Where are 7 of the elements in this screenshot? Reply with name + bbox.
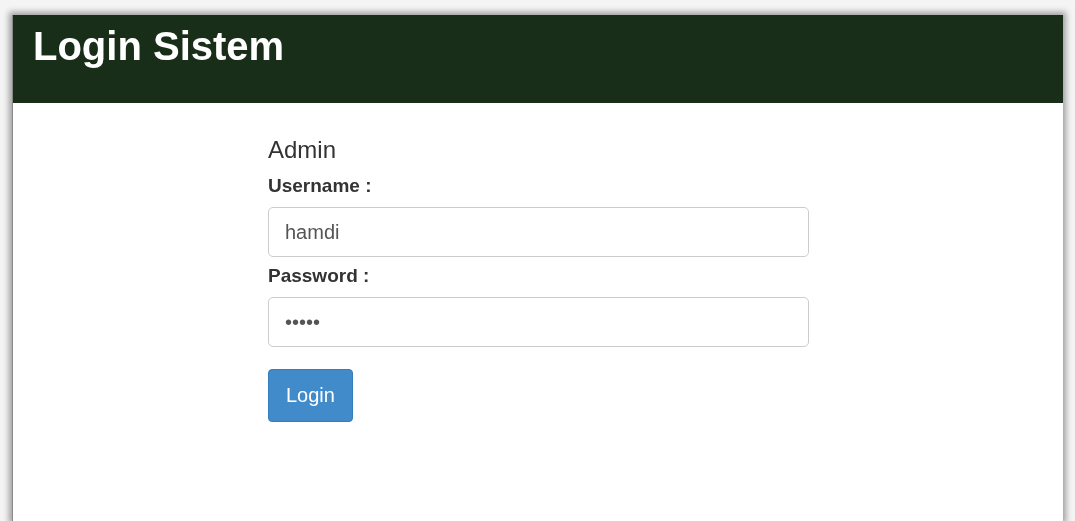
page-title: Login Sistem xyxy=(33,23,285,70)
password-field[interactable]: ••••• xyxy=(268,297,809,347)
field-label: Username : xyxy=(268,174,372,198)
login-button[interactable]: Login xyxy=(268,369,353,422)
field-label: Password : xyxy=(268,264,370,288)
username-field[interactable]: hamdi xyxy=(268,207,809,257)
form-heading: Admin xyxy=(268,135,337,165)
